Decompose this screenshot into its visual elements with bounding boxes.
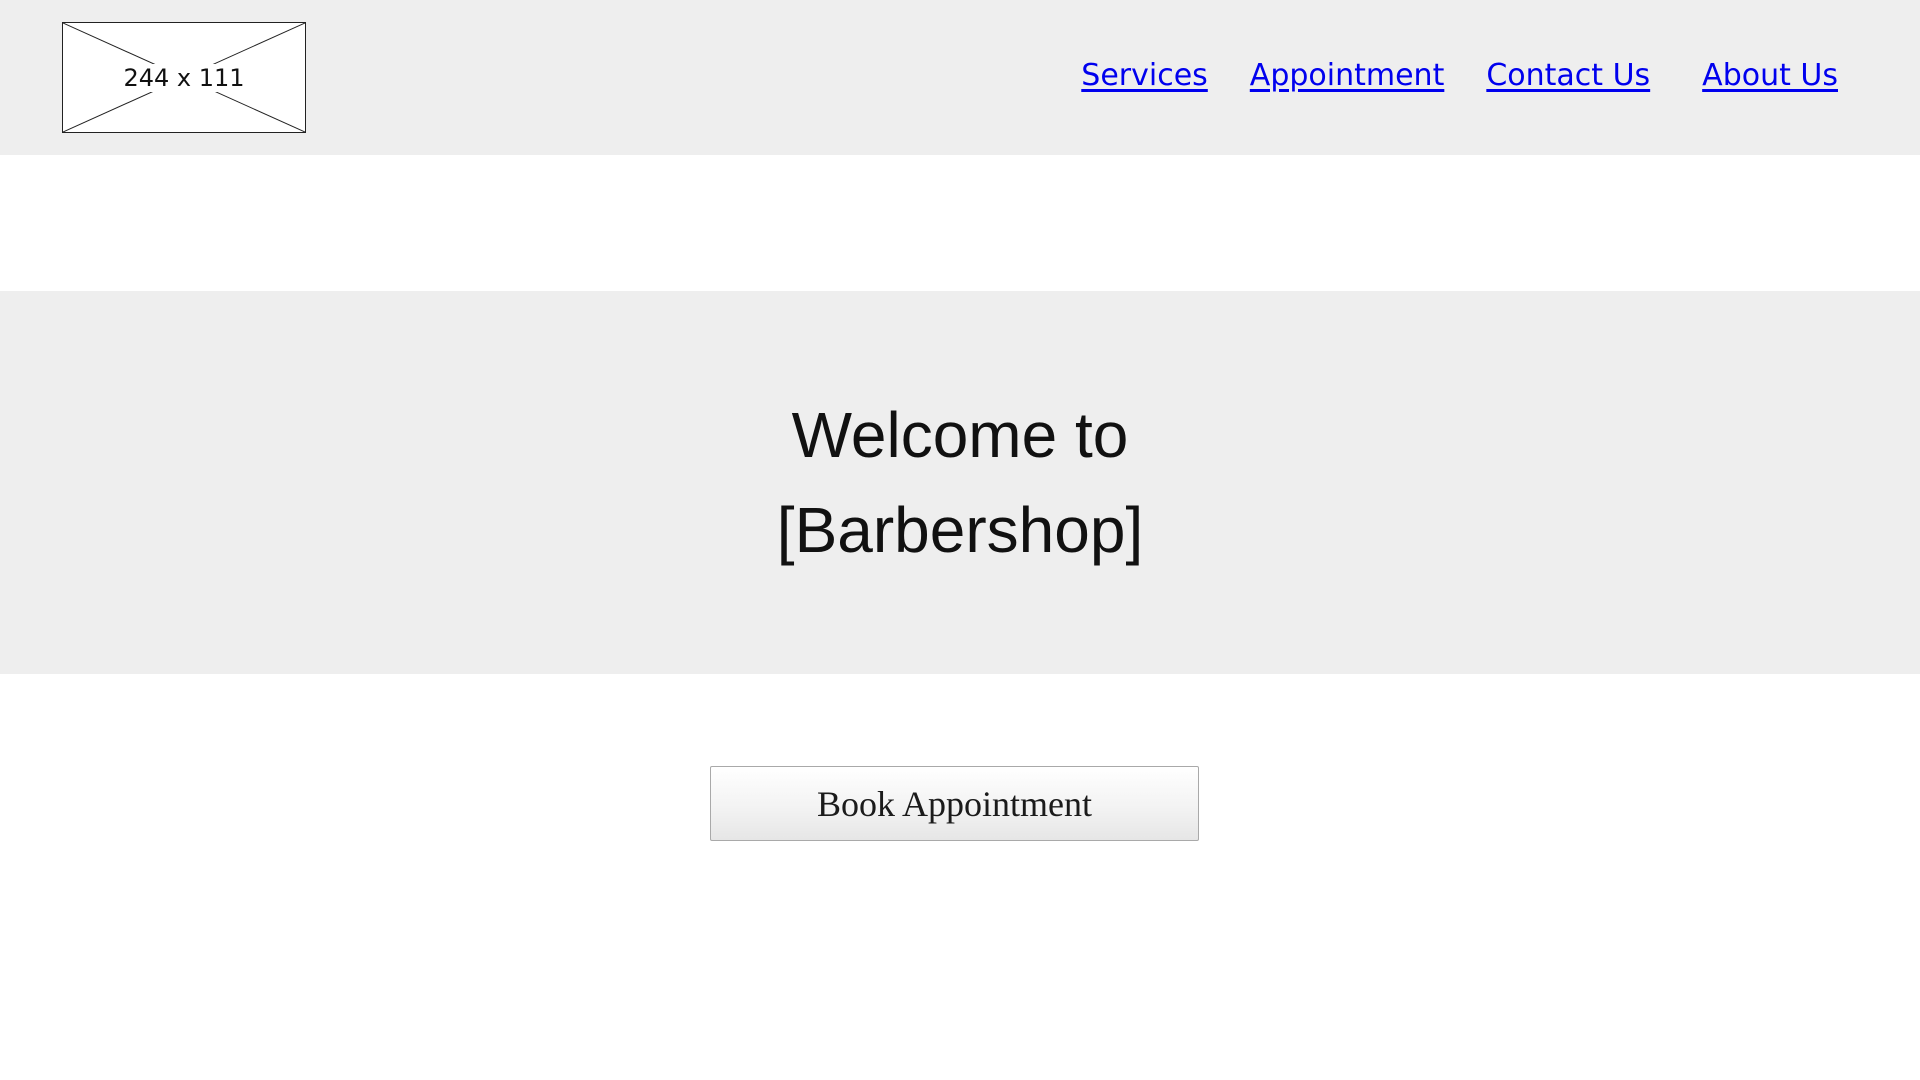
- page: 244 x 111 Services Appointment Contact U…: [0, 0, 1920, 1080]
- nav-link-services[interactable]: Services: [1081, 58, 1208, 93]
- site-header: 244 x 111 Services Appointment Contact U…: [0, 0, 1920, 155]
- main-nav: Services Appointment Contact Us About Us: [1081, 58, 1838, 93]
- logo-placeholder-label-wrap: 244 x 111: [63, 23, 305, 132]
- logo-placeholder-label: 244 x 111: [117, 63, 251, 92]
- hero-banner: Welcome to [Barbershop]: [0, 291, 1920, 674]
- nav-link-about-us[interactable]: About Us: [1702, 58, 1838, 93]
- book-appointment-button[interactable]: Book Appointment: [710, 766, 1199, 841]
- nav-link-contact-us[interactable]: Contact Us: [1486, 58, 1650, 93]
- logo-placeholder[interactable]: 244 x 111: [62, 22, 306, 133]
- hero-title: Welcome to [Barbershop]: [776, 398, 1144, 566]
- nav-link-appointment[interactable]: Appointment: [1250, 58, 1445, 93]
